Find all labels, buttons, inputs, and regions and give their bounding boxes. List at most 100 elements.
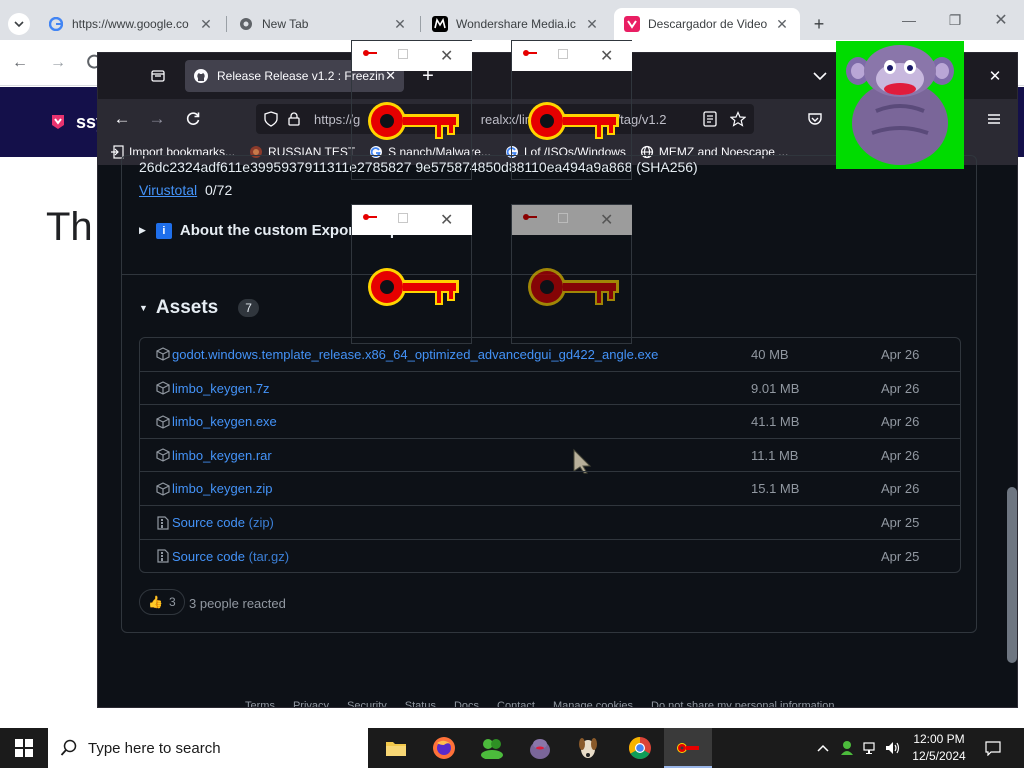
key-icon — [365, 256, 461, 318]
pocket-icon[interactable] — [801, 105, 829, 133]
hamburger-menu-icon[interactable] — [980, 105, 1008, 133]
asset-row: limbo_keygen.rar 11.1 MB Apr 26 — [139, 437, 961, 472]
close-window-button[interactable]: ✕ — [981, 62, 1009, 90]
tab-title: New Tab — [262, 17, 309, 31]
reaction-count: 3 — [168, 595, 176, 609]
asset-link[interactable]: limbo_keygen.exe — [172, 414, 751, 429]
key-app-icon[interactable] — [664, 728, 712, 768]
address-bar[interactable]: https://g ub realxx/limb es/tag/v1.2 — [256, 104, 754, 134]
new-tab-button[interactable]: + — [806, 8, 832, 40]
reader-view-icon[interactable] — [696, 105, 724, 133]
wondershare-icon — [432, 16, 448, 32]
footer-link[interactable]: Privacy — [293, 700, 329, 707]
user-tray-icon[interactable] — [836, 728, 858, 768]
restore-button[interactable]: ❐ — [932, 0, 978, 40]
asset-name: Source code — [172, 548, 245, 564]
firefox-icon[interactable] — [420, 728, 468, 768]
maximize-icon[interactable] — [558, 213, 568, 223]
asset-link[interactable]: limbo_keygen.rar — [172, 448, 751, 463]
asset-link[interactable]: godot.windows.template_release.x86_64_op… — [172, 347, 751, 362]
asset-link[interactable]: limbo_keygen.zip — [172, 481, 751, 496]
chrome-tab-wondershare[interactable]: Wondershare Media.ic ✕ — [422, 8, 610, 40]
minimize-button[interactable]: — — [886, 0, 932, 40]
network-icon[interactable] — [860, 728, 882, 768]
people-icon[interactable] — [468, 728, 516, 768]
page-scrollbar[interactable] — [1001, 165, 1017, 707]
virustotal-score: 0/72 — [205, 182, 233, 198]
maximize-icon[interactable] — [398, 49, 408, 59]
tab-title: Descargador de Video — [648, 17, 768, 31]
key-icon — [522, 213, 538, 221]
search-placeholder: Type here to search — [88, 739, 221, 757]
footer-link[interactable]: Manage cookies — [553, 700, 633, 707]
popup-titlebar: ✕ — [352, 205, 472, 235]
key-icon — [525, 90, 621, 152]
virustotal-line: Virustotal 0/72 — [139, 182, 232, 198]
caret-down-icon: ▼ — [139, 303, 148, 313]
close-icon[interactable]: ✕ — [440, 46, 453, 66]
close-icon[interactable]: ✕ — [600, 46, 613, 66]
key-icon — [362, 49, 378, 57]
virustotal-link[interactable]: Virustotal — [139, 182, 197, 198]
asset-date: Apr 26 — [881, 380, 920, 396]
reload-icon[interactable] — [179, 105, 207, 133]
close-icon[interactable]: ✕ — [774, 16, 790, 33]
assets-header[interactable]: ▼ Assets 7 — [139, 297, 259, 319]
close-icon[interactable]: ✕ — [440, 210, 453, 230]
chrome-tab-new-tab[interactable]: New Tab ✕ — [228, 8, 418, 40]
asset-link[interactable]: Source code (zip) — [172, 515, 751, 530]
package-icon — [156, 448, 170, 462]
scrollbar-thumb[interactable] — [1007, 487, 1017, 663]
asset-link[interactable]: Source code (tar.gz) — [172, 549, 751, 564]
chrome-tab-google[interactable]: https://www.google.co ✕ — [38, 8, 224, 40]
star-icon[interactable] — [724, 105, 752, 133]
asset-name: limbo_keygen.7z — [172, 380, 270, 396]
start-button[interactable] — [0, 728, 48, 768]
asset-row: Source code (tar.gz) Apr 25 — [139, 538, 961, 573]
asset-row: limbo_keygen.7z 9.01 MB Apr 26 — [139, 370, 961, 405]
footer-link[interactable]: Contact — [497, 700, 535, 707]
footer-link[interactable]: Terms — [245, 700, 275, 707]
back-button[interactable]: ← — [12, 54, 28, 72]
bonzi-icon[interactable] — [516, 728, 564, 768]
file-zip-icon — [156, 549, 170, 563]
maximize-icon[interactable] — [558, 49, 568, 59]
chrome-tab-descargador[interactable]: Descargador de Video ✕ — [614, 8, 800, 40]
asset-size: 9.01 MB — [751, 380, 800, 396]
file-zip-icon — [156, 515, 170, 530]
forward-button[interactable]: → — [50, 54, 66, 72]
taskbar-search[interactable]: Type here to search — [48, 728, 368, 768]
close-window-button[interactable]: ✕ — [978, 0, 1024, 40]
chevron-up-icon[interactable] — [812, 728, 834, 768]
close-icon[interactable]: ✕ — [198, 16, 214, 33]
clock[interactable]: 12:00 PM 12/5/2024 — [906, 731, 972, 765]
firefox-view-icon[interactable] — [144, 62, 172, 90]
popup-titlebar: ✕ — [512, 205, 632, 235]
volume-icon[interactable] — [882, 728, 904, 768]
package-icon — [156, 482, 170, 496]
back-button[interactable]: ← — [108, 105, 136, 133]
footer-link[interactable]: Do not share my personal information — [651, 700, 834, 707]
close-icon[interactable]: ✕ — [392, 16, 408, 33]
list-all-tabs-icon[interactable] — [806, 62, 834, 90]
tab-title: Wondershare Media.ic — [456, 17, 576, 31]
asset-size: 15.1 MB — [751, 481, 800, 497]
maximize-icon[interactable] — [398, 213, 408, 223]
asset-date: Apr 25 — [881, 515, 920, 530]
footer-link[interactable]: Docs — [454, 700, 479, 707]
site-logo-icon — [50, 113, 66, 131]
key-icon — [365, 90, 461, 152]
tab-search-button[interactable] — [8, 8, 34, 40]
asset-link[interactable]: limbo_keygen.7z — [172, 381, 751, 396]
footer-link[interactable]: Status — [405, 700, 436, 707]
footer-link[interactable]: Security — [347, 700, 387, 707]
chrome-icon[interactable] — [616, 728, 664, 768]
close-icon[interactable]: ✕ — [584, 16, 600, 33]
asset-date: Apr 26 — [881, 414, 920, 430]
notification-icon[interactable] — [978, 728, 1008, 768]
reaction-button[interactable]: 👍 3 — [139, 589, 185, 615]
forward-button[interactable]: → — [143, 105, 171, 133]
dog-icon[interactable] — [564, 728, 612, 768]
close-icon[interactable]: ✕ — [600, 210, 613, 230]
file-explorer-icon[interactable] — [372, 728, 420, 768]
